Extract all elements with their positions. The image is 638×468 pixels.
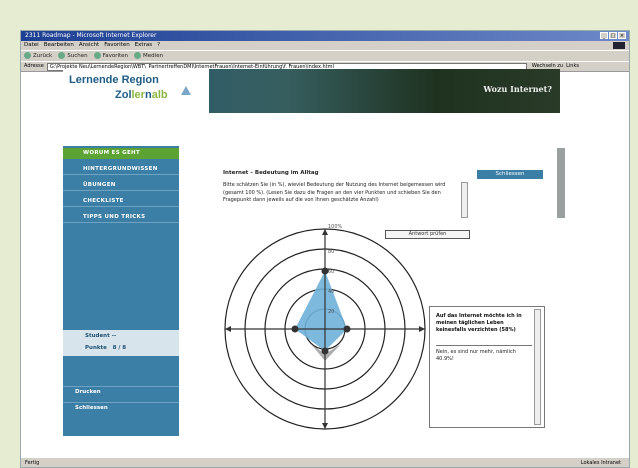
- back-label: Zurück: [33, 53, 53, 59]
- radar-chart: 100% 80 60 40 20: [224, 224, 426, 430]
- media-icon: [134, 52, 142, 59]
- nav-item-hintergrund[interactable]: HINTERGRUNDWISSEN: [63, 164, 179, 175]
- logo-part-c: n: [144, 89, 152, 101]
- user-value: --: [111, 333, 117, 339]
- back-arrow-icon: [24, 52, 31, 59]
- close-exercise-button[interactable]: Schliessen: [477, 170, 543, 179]
- search-icon: [58, 52, 66, 59]
- points-row: Punkte 8 / 8: [85, 345, 126, 351]
- window-title: 2311 Roadmap - Microsoft Internet Explor…: [25, 32, 157, 39]
- print-button[interactable]: Drucken: [63, 386, 179, 397]
- exercise-panel: Internet – Bedeutung im Alltag Bitte sch…: [185, 148, 565, 436]
- close-nav-button[interactable]: Schliessen: [63, 402, 179, 413]
- menu-help[interactable]: ?: [157, 41, 160, 50]
- points-label: Punkte: [85, 345, 107, 351]
- logo-area: Lernende Region Zollernalb: [63, 69, 209, 113]
- answer-feedback-box: Auf das Internet möchte ich in meinen tä…: [429, 306, 545, 428]
- scale-label-80: 80: [328, 249, 334, 255]
- arrow-down-icon: [322, 423, 328, 429]
- nav-item-uebungen[interactable]: ÜBUNGEN: [63, 180, 179, 191]
- close-window-button[interactable]: ×: [618, 32, 626, 39]
- maximize-button[interactable]: □: [609, 32, 617, 39]
- banner-heading: Wozu Internet?: [483, 84, 552, 94]
- user-label: Student: [85, 333, 110, 339]
- menu-extras[interactable]: Extras: [135, 41, 152, 50]
- favorites-label: Favoriten: [102, 53, 129, 59]
- scale-label-100: 100%: [328, 224, 343, 230]
- nav-item-checkliste[interactable]: CHECKLISTE: [63, 196, 179, 207]
- nav-item-worum[interactable]: WORUM ES GEHT: [63, 148, 179, 159]
- logo-part-a: Zol: [115, 89, 132, 101]
- media-label: Medien: [143, 53, 164, 59]
- answer-question: Auf das Internet möchte ich in meinen tä…: [436, 313, 522, 333]
- menu-ansicht[interactable]: Ansicht: [79, 41, 99, 50]
- favorites-button[interactable]: Favoriten: [93, 51, 129, 61]
- logo-line2: Zollernalb: [115, 89, 168, 101]
- scale-label-20: 20: [328, 309, 334, 315]
- page-banner: Lernende Region Zollernalb Wozu Internet…: [63, 69, 560, 113]
- answer-result: Nein, es sind nur mehr, nämlich 40.9%!: [436, 349, 516, 362]
- drag-point-right[interactable]: [343, 325, 351, 333]
- user-info-box: Student -- Punkte 8 / 8: [63, 330, 179, 356]
- exercise-description: Bitte schätzen Sie (in %), wieviel Bedeu…: [223, 182, 446, 203]
- menu-favoriten[interactable]: Favoriten: [104, 41, 129, 50]
- minimize-button[interactable]: _: [600, 32, 608, 39]
- description-scrollbar[interactable]: [461, 182, 468, 218]
- security-zone: Lokales Intranet: [580, 460, 621, 466]
- scale-label-60: 60: [328, 269, 334, 275]
- menu-bar: Datei Bearbeiten Ansicht Favoriten Extra…: [21, 41, 629, 50]
- user-row: Student --: [85, 333, 116, 339]
- window-titlebar: 2311 Roadmap - Microsoft Internet Explor…: [21, 31, 629, 41]
- logo-line1: Lernende Region: [69, 74, 159, 86]
- scale-label-40: 40: [328, 289, 334, 295]
- arrow-right-icon: [419, 326, 425, 332]
- nav-item-tipps[interactable]: TIPPS UND TRICKS: [63, 212, 179, 223]
- windows-logo-icon: [613, 42, 625, 49]
- menu-bearbeiten[interactable]: Bearbeiten: [44, 41, 74, 50]
- answer-divider: [436, 345, 532, 346]
- status-bar: Fertig Lokales Intranet: [21, 457, 629, 467]
- drag-point-left[interactable]: [291, 325, 299, 333]
- sidebar-nav: WORUM ES GEHT HINTERGRUNDWISSEN ÜBUNGEN …: [63, 146, 179, 436]
- points-value: 8 / 8: [112, 345, 127, 351]
- menu-datei[interactable]: Datei: [24, 41, 39, 50]
- drag-point-top[interactable]: [321, 267, 329, 275]
- answer-scrollbar[interactable]: [534, 309, 541, 425]
- status-text: Fertig: [25, 460, 40, 466]
- arrow-left-icon: [225, 326, 231, 332]
- triangle-logo-icon: [181, 86, 191, 95]
- search-label: Suchen: [67, 53, 88, 59]
- search-button[interactable]: Suchen: [58, 51, 88, 61]
- side-tab-scrollbar[interactable]: [557, 148, 565, 218]
- window-controls: _ □ ×: [600, 32, 626, 39]
- logo-part-d: alb: [151, 89, 168, 101]
- star-icon: [93, 52, 101, 59]
- links-button[interactable]: Links: [566, 61, 579, 72]
- address-label: Adresse: [24, 63, 44, 69]
- exercise-title: Internet – Bedeutung im Alltag: [223, 170, 319, 176]
- media-button[interactable]: Medien: [134, 51, 163, 61]
- estimate-shape: [295, 271, 347, 351]
- browser-toolbar: Zurück Suchen Favoriten Medien: [21, 50, 629, 61]
- logo-part-b: ler: [131, 89, 145, 101]
- back-button[interactable]: Zurück: [24, 51, 52, 61]
- drag-point-bottom[interactable]: [321, 347, 329, 355]
